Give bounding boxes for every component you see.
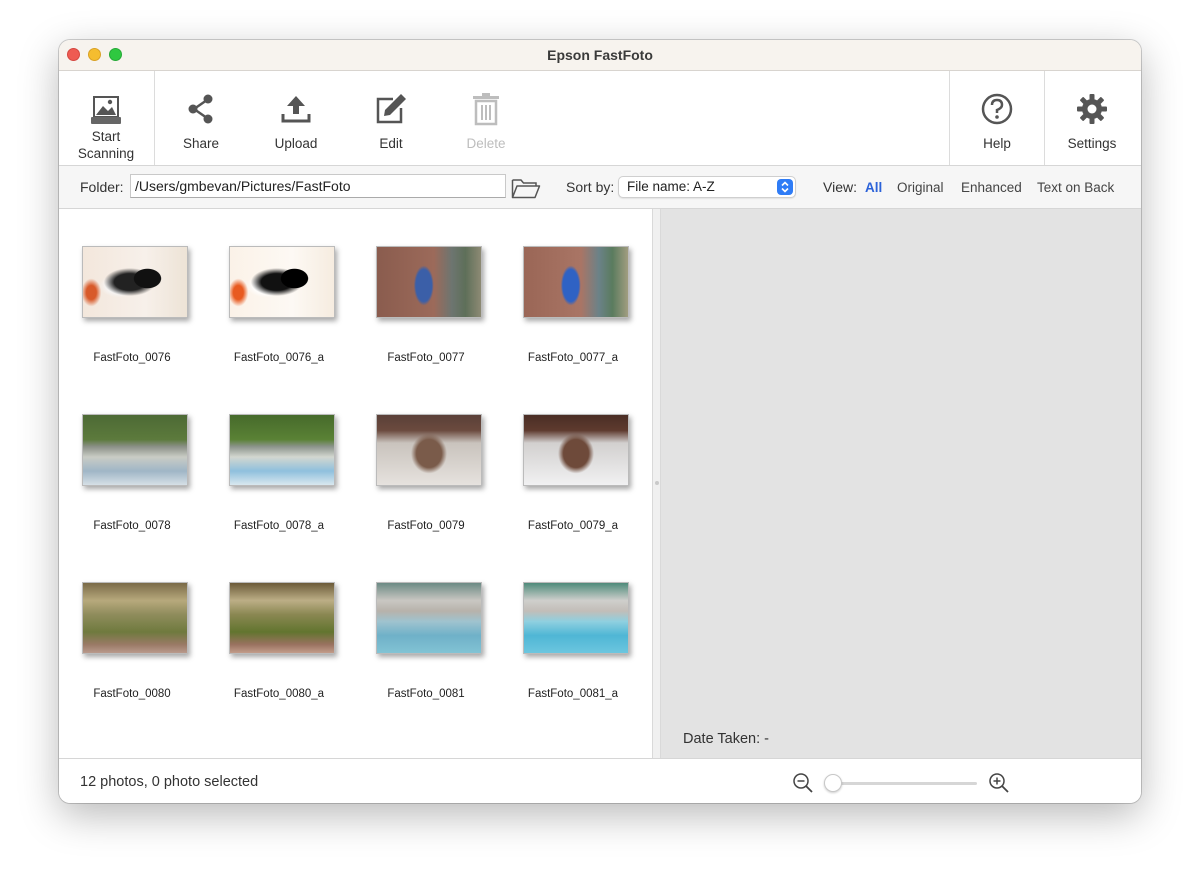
share-icon bbox=[188, 94, 213, 124]
help-button[interactable]: Help bbox=[950, 71, 1044, 165]
photo-filename: FastFoto_0080 bbox=[93, 688, 171, 700]
selection-status-text: 12 photos, 0 photo selected bbox=[80, 774, 259, 790]
photo-thumbnail[interactable]: FastFoto_0076 bbox=[67, 217, 197, 364]
photo-filename: FastFoto_0079_a bbox=[527, 520, 619, 532]
date-taken-label: Date Taken: - bbox=[683, 731, 769, 747]
splitter-handle-icon bbox=[655, 481, 659, 485]
start-scanning-label: Start Scanning bbox=[59, 128, 153, 162]
status-bar: 12 photos, 0 photo selected bbox=[59, 758, 1141, 803]
window-title: Epson FastFoto bbox=[547, 47, 653, 63]
folder-icon[interactable] bbox=[511, 177, 541, 199]
photo-filename: FastFoto_0078_a bbox=[233, 520, 325, 532]
view-option-all[interactable]: All bbox=[865, 180, 882, 195]
photo-filename: FastFoto_0076 bbox=[93, 352, 171, 364]
photo-filename: FastFoto_0079 bbox=[387, 520, 465, 532]
help-label: Help bbox=[983, 136, 1011, 151]
photo-image[interactable] bbox=[229, 414, 335, 486]
folder-bar: Folder: /Users/gmbevan/Pictures/FastFoto… bbox=[59, 166, 1141, 209]
photo-thumbnail[interactable]: FastFoto_0081_a bbox=[508, 553, 638, 700]
start-scanning-button[interactable]: Start Scanning bbox=[59, 71, 153, 165]
view-option-text-on-back[interactable]: Text on Back bbox=[1037, 180, 1114, 195]
photo-image[interactable] bbox=[229, 582, 335, 654]
photo-image[interactable] bbox=[523, 582, 629, 654]
photo-thumbnail[interactable]: FastFoto_0078 bbox=[67, 385, 197, 532]
share-label: Share bbox=[182, 136, 220, 151]
title-bar: Epson FastFoto bbox=[59, 40, 1141, 71]
edit-icon bbox=[376, 94, 406, 124]
zoom-slider-track[interactable] bbox=[829, 782, 977, 785]
toolbar: Start Scanning Share Upload Edit Delete … bbox=[59, 71, 1141, 166]
photo-filename: FastFoto_0080_a bbox=[233, 688, 325, 700]
preview-pane: Date Taken: - bbox=[661, 209, 1141, 758]
photo-image[interactable] bbox=[82, 246, 188, 318]
pane-splitter[interactable] bbox=[652, 209, 661, 758]
trash-icon bbox=[473, 93, 499, 126]
edit-label: Edit bbox=[379, 136, 403, 151]
photo-image[interactable] bbox=[82, 582, 188, 654]
sort-label: Sort by: bbox=[566, 179, 615, 195]
view-option-enhanced[interactable]: Enhanced bbox=[961, 180, 1022, 195]
settings-label: Settings bbox=[1067, 136, 1117, 151]
photo-image[interactable] bbox=[376, 582, 482, 654]
photo-thumbnail[interactable]: FastFoto_0080 bbox=[67, 553, 197, 700]
upload-label: Upload bbox=[274, 136, 318, 151]
sort-select[interactable]: File name: A-Z bbox=[618, 176, 796, 198]
photo-filename: FastFoto_0081 bbox=[387, 688, 465, 700]
folder-label: Folder: bbox=[80, 179, 124, 195]
select-arrows-icon bbox=[777, 179, 793, 195]
sort-select-value: File name: A-Z bbox=[627, 179, 715, 194]
app-window: Epson FastFoto Start Scanning Share Uplo… bbox=[59, 40, 1141, 803]
view-option-original[interactable]: Original bbox=[897, 180, 944, 195]
photo-thumbnail[interactable]: FastFoto_0076_a bbox=[214, 217, 344, 364]
photo-filename: FastFoto_0081_a bbox=[527, 688, 619, 700]
delete-label: Delete bbox=[466, 136, 506, 151]
delete-button[interactable]: Delete bbox=[439, 71, 533, 165]
photo-gallery: FastFoto_0076 FastFoto_0076_a FastFoto_0… bbox=[59, 209, 652, 758]
photo-thumbnail[interactable]: FastFoto_0079 bbox=[361, 385, 491, 532]
photo-image[interactable] bbox=[82, 414, 188, 486]
zoom-out-icon[interactable] bbox=[792, 772, 814, 794]
photo-filename: FastFoto_0076_a bbox=[233, 352, 325, 364]
start-scanning-label-line2: Scanning bbox=[77, 146, 135, 161]
photo-thumbnail[interactable]: FastFoto_0079_a bbox=[508, 385, 638, 532]
photo-image[interactable] bbox=[376, 246, 482, 318]
photo-image[interactable] bbox=[229, 246, 335, 318]
photo-filename: FastFoto_0078 bbox=[93, 520, 171, 532]
edit-button[interactable]: Edit bbox=[344, 71, 438, 165]
photo-thumbnail[interactable]: FastFoto_0077 bbox=[361, 217, 491, 364]
photo-thumbnail[interactable]: FastFoto_0077_a bbox=[508, 217, 638, 364]
zoom-in-icon[interactable] bbox=[988, 772, 1010, 794]
settings-button[interactable]: Settings bbox=[1045, 71, 1139, 165]
photo-thumbnail[interactable]: FastFoto_0078_a bbox=[214, 385, 344, 532]
photo-filename: FastFoto_0077 bbox=[387, 352, 465, 364]
photo-thumbnail[interactable]: FastFoto_0081 bbox=[361, 553, 491, 700]
scanner-icon bbox=[91, 96, 121, 124]
photo-image[interactable] bbox=[523, 246, 629, 318]
gear-icon bbox=[1077, 94, 1107, 124]
photo-thumbnail[interactable]: FastFoto_0080_a bbox=[214, 553, 344, 700]
photo-image[interactable] bbox=[523, 414, 629, 486]
upload-button[interactable]: Upload bbox=[249, 71, 343, 165]
share-button[interactable]: Share bbox=[154, 71, 248, 165]
upload-icon bbox=[281, 96, 311, 123]
zoom-slider-knob[interactable] bbox=[824, 774, 842, 792]
start-scanning-label-line1: Start bbox=[91, 129, 121, 144]
photo-filename: FastFoto_0077_a bbox=[527, 352, 619, 364]
photo-image[interactable] bbox=[376, 414, 482, 486]
help-icon bbox=[981, 93, 1013, 125]
view-label: View: bbox=[823, 179, 857, 195]
folder-path-field[interactable]: /Users/gmbevan/Pictures/FastFoto bbox=[130, 174, 506, 198]
